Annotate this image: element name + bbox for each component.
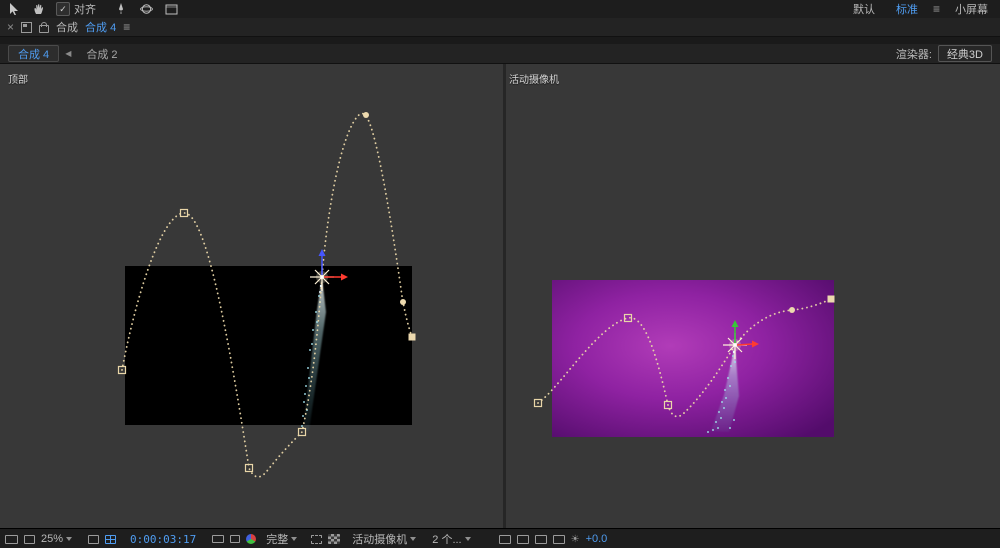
view-name: 活动摄像机 [352, 534, 408, 546]
chevron-down-icon [464, 537, 471, 541]
show-snapshot-icon[interactable] [230, 535, 241, 543]
tools-bar: ✓ 对齐 默认 标准 ≡ 小屏幕 [0, 0, 1000, 19]
close-panel-icon[interactable]: × [7, 21, 14, 33]
panel-menu-icon[interactable]: ≡ [123, 20, 130, 34]
chevron-down-icon [410, 537, 417, 541]
align-checkbox[interactable]: ✓ [56, 2, 70, 16]
workspace-standard[interactable]: 标准 [890, 1, 924, 17]
display-icon[interactable] [5, 534, 18, 544]
renderer-button[interactable]: 经典3D [937, 45, 992, 62]
tab-comp4-label: 合成 4 [18, 48, 50, 61]
panel-comp-name[interactable]: 合成 4 [85, 19, 116, 35]
workspace-menu-icon[interactable]: ≡ [933, 2, 940, 16]
grid-guides-icon[interactable] [105, 534, 117, 544]
snapshot-camera-icon[interactable] [212, 535, 225, 543]
view-layout-select[interactable]: 2 个... [432, 531, 471, 547]
ruler-icon[interactable] [88, 534, 100, 544]
align-label: 对齐 [74, 4, 96, 16]
flowchart-icon[interactable] [552, 534, 565, 544]
view-active-camera[interactable] [506, 63, 1000, 528]
after-effects-window: ✓ 对齐 默认 标准 ≡ 小屏幕 × 合成 合成 4 ≡ 合成 4 ◀ 合成 2 [0, 0, 1000, 548]
left-view-label: 顶部 [8, 75, 28, 86]
region-of-interest-icon[interactable] [311, 534, 323, 544]
chevron-down-icon [66, 537, 73, 541]
display-secondary-icon[interactable] [24, 534, 35, 544]
chevron-down-icon [291, 537, 298, 541]
viewer-status-bar: 25% 0:00:03:17 完整 活动摄像机 2 个... ☀ +0.0 [0, 528, 1000, 548]
timecode[interactable]: 0:00:03:17 [130, 533, 196, 546]
panel-icon [21, 21, 33, 33]
view-select[interactable]: 活动摄像机 [352, 531, 417, 547]
workspace-default[interactable]: 默认 [847, 1, 881, 17]
align-toggle[interactable]: ✓ 对齐 [56, 1, 96, 17]
zoom-select[interactable]: 25% [41, 533, 73, 545]
right-view-label: 活动摄像机 [509, 75, 559, 86]
check-icon: ✓ [59, 3, 67, 14]
channel-colors-icon[interactable] [246, 534, 257, 544]
tab-scroll-icon[interactable]: ◀ [65, 49, 71, 58]
view-top[interactable] [0, 63, 503, 528]
zoom-value: 25% [41, 533, 64, 545]
exposure-value[interactable]: +0.0 [586, 533, 608, 545]
pen-tool-icon[interactable] [113, 2, 129, 16]
comp-tabs-bar: 合成 4 ◀ 合成 2 渲染器: 经典3D [0, 44, 1000, 64]
resolution-value: 完整 [266, 534, 289, 546]
resolution-select[interactable]: 完整 [266, 531, 298, 547]
screen-layout-tool-icon[interactable] [163, 2, 179, 16]
panel-type-label: 合成 [56, 22, 79, 34]
tab-comp2[interactable]: 合成 2 [77, 46, 126, 61]
hand-tool-icon[interactable] [31, 2, 47, 16]
orbit-camera-tool-icon[interactable] [138, 2, 154, 16]
view-layout-value: 2 个... [432, 534, 462, 546]
transparency-grid-icon[interactable] [328, 534, 341, 544]
timeline-icon[interactable] [534, 534, 547, 544]
tab-comp4[interactable]: 合成 4 [8, 45, 60, 62]
renderer-label: 渲染器: [895, 48, 932, 61]
composition-panel-header: × 合成 合成 4 ≡ [0, 18, 1000, 37]
fast-preview-icon[interactable] [516, 534, 529, 544]
exposure-icon[interactable]: ☀ [571, 534, 580, 545]
selection-tool-icon[interactable] [6, 2, 22, 16]
lock-icon[interactable] [39, 21, 50, 33]
composition-viewer [0, 63, 1000, 528]
tab-comp2-label: 合成 2 [86, 48, 118, 61]
pixel-aspect-icon[interactable] [498, 534, 511, 544]
workspace-small-screen[interactable]: 小屏幕 [949, 1, 994, 17]
